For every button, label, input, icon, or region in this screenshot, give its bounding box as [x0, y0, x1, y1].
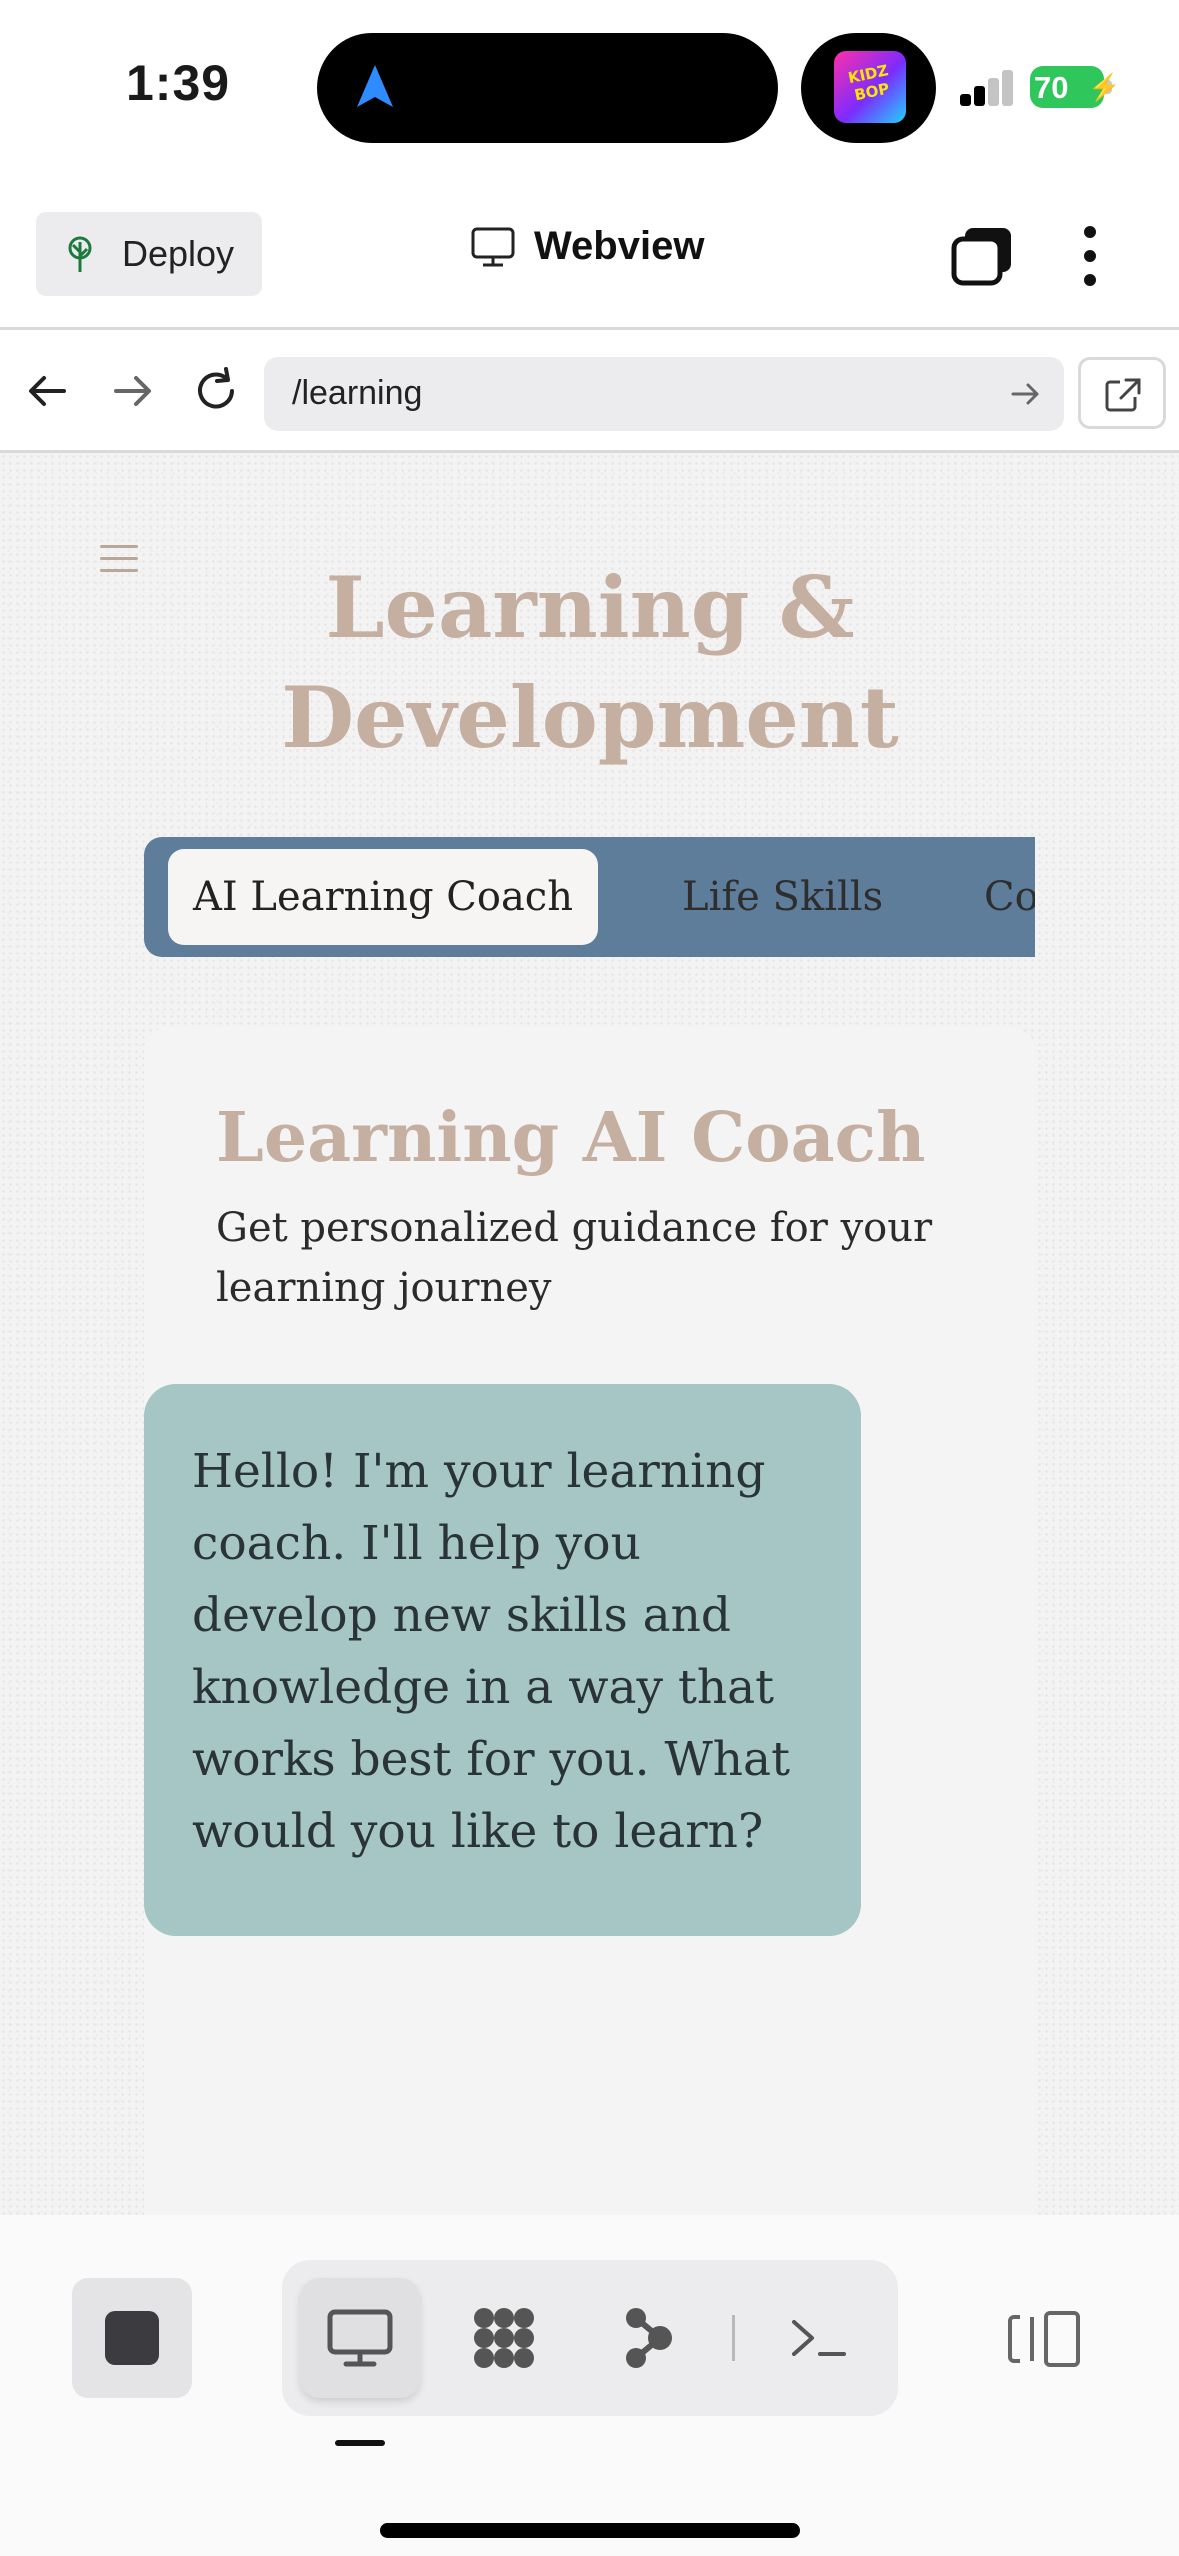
- dynamic-island[interactable]: [317, 33, 778, 143]
- shell-tool-button[interactable]: [760, 2278, 880, 2398]
- url-input[interactable]: /learning: [264, 357, 1064, 431]
- agent-tool-button[interactable]: [588, 2278, 708, 2398]
- battery-icon: 70 ⚡: [1030, 66, 1120, 108]
- open-external-icon: [1105, 378, 1141, 412]
- tab-co[interactable]: Co: [984, 849, 1035, 945]
- go-arrow-icon[interactable]: [1008, 377, 1042, 411]
- back-arrow-icon[interactable]: [20, 363, 76, 419]
- coach-message-text: Hello! I'm your learning coach. I'll hel…: [192, 1444, 790, 1859]
- now-playing-activity[interactable]: KIDZ BOP: [801, 33, 936, 143]
- stop-icon: [105, 2311, 159, 2365]
- side-panel-icon[interactable]: [1006, 2307, 1082, 2371]
- status-bar: 1:39 KIDZ BOP 70 ⚡: [0, 0, 1179, 180]
- tab-bar: AI Learning Coach Life Skills Co: [144, 837, 1035, 957]
- coach-card: Learning AI Coach Get personalized guida…: [144, 1028, 1035, 2215]
- agent-graph-icon: [626, 2308, 672, 2368]
- coach-title: Learning AI Coach: [216, 1098, 926, 1178]
- bottom-toolbar: [0, 2215, 1179, 2556]
- url-text: /learning: [292, 374, 423, 412]
- monitor-icon: [471, 227, 515, 266]
- apps-tool-button[interactable]: [444, 2278, 564, 2398]
- tool-switcher: [282, 2260, 898, 2416]
- charging-bolt-icon: ⚡: [1088, 72, 1121, 102]
- webview-title[interactable]: Webview: [470, 224, 704, 269]
- selected-tool-indicator: [335, 2440, 385, 2446]
- grid-apps-icon: [474, 2308, 534, 2368]
- tab-life-skills[interactable]: Life Skills: [682, 849, 883, 945]
- monitor-icon: [327, 2309, 393, 2367]
- webview-content: Learning & Development AI Learning Coach…: [0, 453, 1179, 2215]
- webview-title-label: Webview: [534, 224, 705, 268]
- tabs-icon[interactable]: [951, 226, 1013, 286]
- cellular-signal-icon: [960, 70, 1014, 106]
- stop-button[interactable]: [72, 2278, 192, 2398]
- url-bar: /learning: [0, 333, 1179, 453]
- webview-tool-button[interactable]: [300, 2278, 420, 2398]
- tab-ai-learning-coach[interactable]: AI Learning Coach: [168, 849, 598, 945]
- page-title: Learning & Development: [281, 558, 899, 767]
- battery-percent: 70: [1034, 70, 1069, 105]
- album-art-icon: KIDZ BOP: [834, 51, 906, 123]
- navigation-arrow-icon: [357, 65, 393, 107]
- coach-message-bubble: Hello! I'm your learning coach. I'll hel…: [144, 1384, 861, 1936]
- deploy-label: Deploy: [122, 233, 235, 274]
- open-external-button[interactable]: [1078, 357, 1166, 429]
- more-vertical-icon[interactable]: [1070, 224, 1110, 288]
- deploy-button[interactable]: Deploy: [36, 212, 262, 296]
- album-art-label: KIDZ BOP: [846, 61, 891, 105]
- hamburger-menu-icon[interactable]: [100, 545, 140, 575]
- terminal-icon: [792, 2320, 846, 2356]
- status-time: 1:39: [126, 55, 231, 111]
- deploy-tree-icon: [68, 236, 92, 272]
- tool-separator: [732, 2315, 735, 2361]
- coach-subtitle: Get personalized guidance for your learn…: [216, 1205, 933, 1311]
- forward-arrow-icon[interactable]: [104, 363, 160, 419]
- home-indicator[interactable]: [380, 2523, 800, 2538]
- reload-icon[interactable]: [188, 363, 244, 419]
- top-toolbar: Deploy Webview: [0, 180, 1179, 330]
